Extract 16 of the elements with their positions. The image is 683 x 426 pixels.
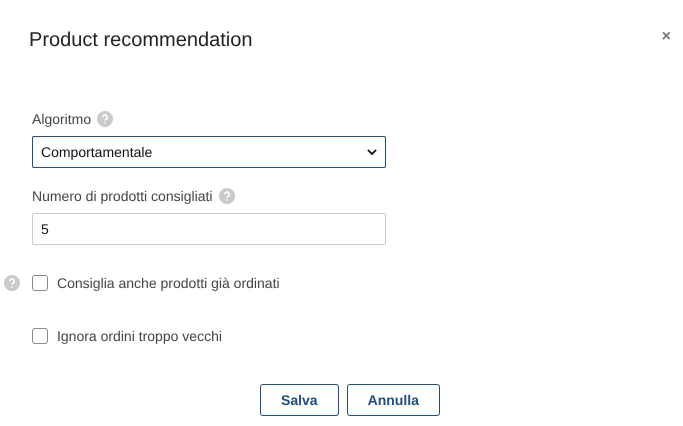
checkbox[interactable] <box>32 275 48 291</box>
save-button[interactable]: Salva <box>260 384 339 416</box>
field-label: Algoritmo <box>32 111 92 127</box>
chevron-icon <box>367 149 377 155</box>
help-icon[interactable] <box>218 188 235 204</box>
select-field[interactable]: Comportamentale <box>32 136 386 168</box>
checkbox-label[interactable]: Ignora ordini troppo vecchi <box>57 328 222 344</box>
checkbox[interactable] <box>32 328 48 344</box>
cancel-button[interactable]: Annulla <box>346 384 440 416</box>
help-icon[interactable] <box>4 275 20 291</box>
field-label: Numero di prodotti consigliati <box>32 188 213 204</box>
checkbox-label[interactable]: Consiglia anche prodotti già ordinati <box>57 275 280 291</box>
help-icon[interactable] <box>97 111 114 127</box>
close-button[interactable]: × <box>662 29 671 45</box>
dialog-title: Product recommendation <box>29 29 252 52</box>
input-field[interactable]: 5 <box>32 213 386 245</box>
